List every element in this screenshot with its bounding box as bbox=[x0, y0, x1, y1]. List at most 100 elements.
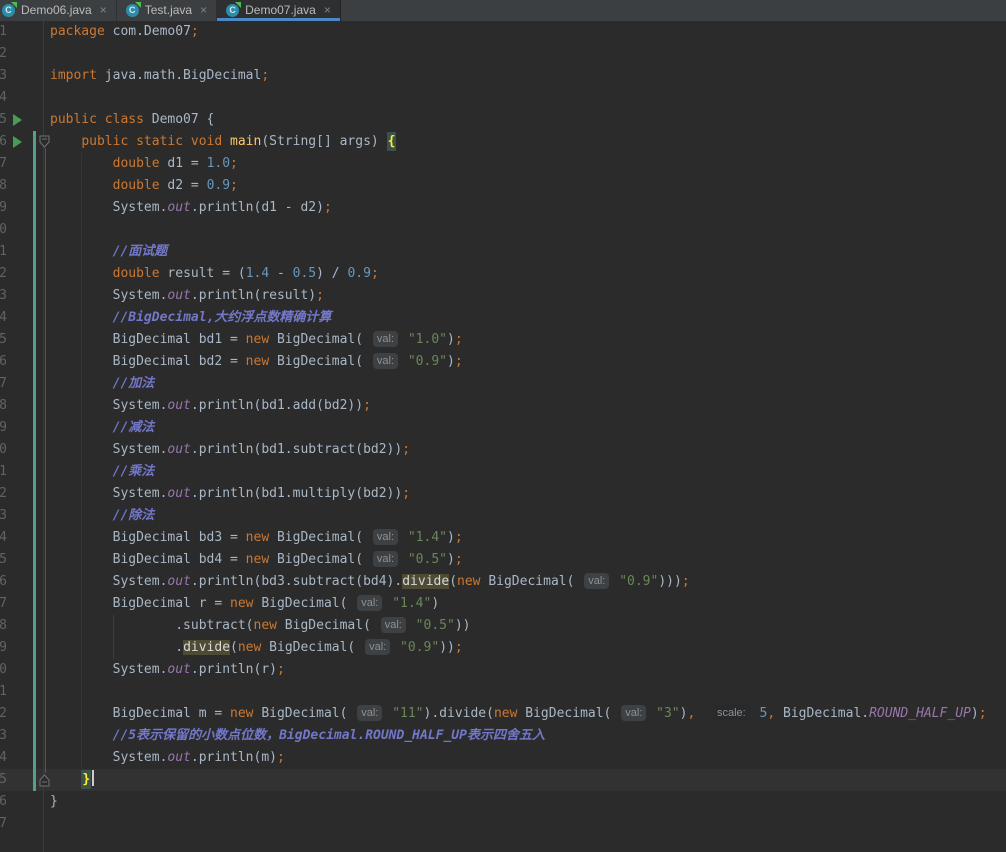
code-text[interactable]: } bbox=[44, 769, 95, 791]
editor-tab-test-java[interactable]: C Test.java × bbox=[117, 0, 218, 21]
line-number: 30 bbox=[0, 662, 7, 677]
code-line: 27 BigDecimal r = new BigDecimal( val: "… bbox=[0, 593, 1006, 615]
code-token: BigDecimal( bbox=[480, 574, 583, 589]
code-text[interactable]: BigDecimal bd3 = new BigDecimal( val: "1… bbox=[44, 527, 463, 549]
run-gutter-icon[interactable] bbox=[13, 136, 22, 148]
code-text[interactable]: System.out.println(bd1.multiply(bd2)); bbox=[44, 483, 410, 505]
run-gutter-icon[interactable] bbox=[13, 114, 22, 126]
code-token: out bbox=[167, 486, 191, 501]
ide-window: { "tabs": [ {"label": "Demo06.java", "ac… bbox=[0, 0, 1006, 852]
editor-tab-bar: C Demo06.java × C Test.java × C Demo07.java × bbox=[0, 0, 1006, 21]
code-token: ; bbox=[230, 178, 238, 193]
code-token: System. bbox=[50, 662, 168, 677]
code-text[interactable]: System.out.println(m); bbox=[44, 747, 285, 769]
line-number: 32 bbox=[0, 706, 7, 721]
code-text[interactable]: double d1 = 1.0; bbox=[44, 153, 238, 175]
code-text[interactable] bbox=[44, 681, 50, 703]
tab-close-icon[interactable]: × bbox=[100, 0, 107, 21]
code-text[interactable]: .divide(new BigDecimal( val: "0.9")); bbox=[44, 637, 463, 659]
code-text[interactable]: package com.Demo07; bbox=[44, 21, 199, 43]
tab-close-icon[interactable]: × bbox=[200, 0, 207, 21]
code-token: "0.5" bbox=[400, 552, 447, 567]
code-token: BigDecimal bd4 = bbox=[50, 552, 246, 567]
code-token: new bbox=[457, 574, 481, 589]
code-token: import bbox=[50, 68, 97, 83]
code-text[interactable]: System.out.println(bd3.subtract(bd4).div… bbox=[44, 571, 690, 593]
code-text[interactable] bbox=[44, 87, 50, 109]
code-text[interactable]: BigDecimal bd2 = new BigDecimal( val: "0… bbox=[44, 351, 463, 373]
code-text[interactable]: System.out.println(r); bbox=[44, 659, 285, 681]
code-line: 6 public static void main(String[] args)… bbox=[0, 131, 1006, 153]
code-token: //加法 bbox=[112, 376, 155, 391]
line-number: 28 bbox=[0, 618, 7, 633]
code-editor[interactable]: 1 package com.Demo07; 2 3 import java.math.B… bbox=[0, 21, 1006, 852]
gutter-cell: 30 bbox=[0, 659, 44, 681]
text-caret bbox=[92, 770, 95, 786]
code-token: ; bbox=[276, 750, 285, 765]
code-line: 18 System.out.println(bd1.add(bd2)); bbox=[0, 395, 1006, 417]
code-token: ) / bbox=[316, 266, 348, 281]
tab-close-icon[interactable]: × bbox=[324, 0, 331, 21]
fold-marker-start-icon[interactable] bbox=[39, 135, 50, 149]
code-token: System. bbox=[50, 442, 168, 457]
code-text[interactable]: System.out.println(bd1.add(bd2)); bbox=[44, 395, 371, 417]
code-text[interactable]: //乘法 bbox=[44, 461, 155, 483]
code-text[interactable]: public class Demo07 { bbox=[44, 109, 214, 131]
code-token: main bbox=[230, 134, 262, 149]
code-token: )) bbox=[439, 640, 455, 655]
line-number: 4 bbox=[0, 90, 7, 105]
line-number: 20 bbox=[0, 442, 7, 457]
code-text[interactable]: BigDecimal bd4 = new BigDecimal( val: "0… bbox=[44, 549, 463, 571]
code-text[interactable]: BigDecimal bd1 = new BigDecimal( val: "1… bbox=[44, 329, 463, 351]
code-text[interactable]: } bbox=[44, 791, 58, 813]
code-text[interactable] bbox=[44, 43, 50, 65]
code-token: out bbox=[167, 442, 191, 457]
code-text[interactable]: //BigDecimal,大约浮点数精确计算 bbox=[44, 307, 332, 329]
code-token: ) bbox=[447, 354, 455, 369]
code-text[interactable]: //面试题 bbox=[44, 241, 168, 263]
editor-tab-demo07-java[interactable]: C Demo07.java × bbox=[217, 0, 341, 21]
code-text[interactable]: //5表示保留的小数点位数，BigDecimal.ROUND_HALF_UP表示… bbox=[44, 725, 545, 747]
line-number: 7 bbox=[0, 156, 7, 171]
fold-marker-end-icon[interactable] bbox=[39, 773, 50, 787]
code-text[interactable]: //除法 bbox=[44, 505, 155, 527]
code-text[interactable]: import java.math.BigDecimal; bbox=[44, 65, 269, 87]
code-line: 21 //乘法 bbox=[0, 461, 1006, 483]
code-text[interactable]: .subtract(new BigDecimal( val: "0.5")) bbox=[44, 615, 470, 637]
code-token: new bbox=[230, 596, 254, 611]
code-text[interactable]: System.out.println(d1 - d2); bbox=[44, 197, 332, 219]
line-number: 1 bbox=[0, 24, 7, 39]
code-text[interactable]: System.out.println(bd1.subtract(bd2)); bbox=[44, 439, 410, 461]
code-text[interactable]: System.out.println(result); bbox=[44, 285, 324, 307]
code-text[interactable]: BigDecimal m = new BigDecimal( val: "11"… bbox=[44, 703, 987, 725]
gutter-cell: 18 bbox=[0, 395, 44, 417]
code-line: 7 double d1 = 1.0; bbox=[0, 153, 1006, 175]
code-token: BigDecimal( bbox=[253, 706, 356, 721]
code-token: ).divide( bbox=[423, 706, 494, 721]
code-text[interactable]: BigDecimal r = new BigDecimal( val: "1.4… bbox=[44, 593, 439, 615]
line-number: 9 bbox=[0, 200, 7, 215]
code-text[interactable] bbox=[44, 813, 50, 835]
code-token: BigDecimal( bbox=[269, 530, 371, 545]
code-text[interactable]: //加法 bbox=[44, 373, 155, 395]
code-token: "3" bbox=[648, 706, 680, 721]
code-text[interactable]: //减法 bbox=[44, 417, 155, 439]
code-token: "1.4" bbox=[400, 530, 447, 545]
code-line: 31 bbox=[0, 681, 1006, 703]
code-line: 5 public class Demo07 { bbox=[0, 109, 1006, 131]
code-token: System. bbox=[50, 200, 168, 215]
code-text[interactable]: double d2 = 0.9; bbox=[44, 175, 238, 197]
code-text[interactable]: double result = (1.4 - 0.5) / 0.9; bbox=[44, 263, 379, 285]
code-token: double bbox=[112, 156, 160, 171]
code-token: double bbox=[112, 178, 160, 193]
gutter-cell: 17 bbox=[0, 373, 44, 395]
gutter-cell: 34 bbox=[0, 747, 44, 769]
code-text[interactable] bbox=[44, 219, 50, 241]
code-text[interactable]: public static void main(String[] args) { bbox=[44, 131, 397, 153]
line-number: 5 bbox=[0, 112, 7, 127]
editor-tab-demo06-java[interactable]: C Demo06.java × bbox=[0, 0, 117, 21]
code-token: ; bbox=[323, 200, 332, 215]
code-line: 30 System.out.println(r); bbox=[0, 659, 1006, 681]
